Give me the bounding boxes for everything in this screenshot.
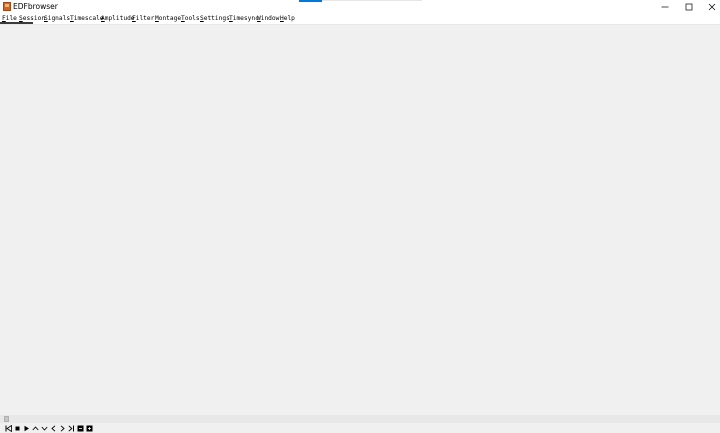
- skip-to-end-button[interactable]: [67, 424, 75, 432]
- skip-to-end-icon: [67, 424, 74, 432]
- window-title: EDFbrowser: [13, 2, 58, 11]
- menu-label: elp: [283, 15, 295, 22]
- close-icon: [708, 3, 716, 11]
- chevron-right-icon: [60, 424, 65, 432]
- play-icon: [24, 425, 29, 431]
- menu-amplitude[interactable]: Amplitude: [101, 15, 135, 23]
- maximize-icon: [685, 3, 693, 11]
- signal-display-area[interactable]: [0, 25, 720, 415]
- menu-timesync[interactable]: Timesync: [229, 15, 259, 23]
- title-bar-highlight: [322, 0, 422, 1]
- zoom-in-button[interactable]: [85, 424, 93, 432]
- play-button[interactable]: [22, 424, 30, 432]
- menu-label: ettings: [203, 15, 230, 22]
- title-bar-accent: [299, 0, 322, 2]
- minimize-button[interactable]: [653, 0, 677, 14]
- zoom-out-icon: [77, 425, 83, 431]
- skip-to-start-button[interactable]: [4, 424, 12, 432]
- page-forward-button[interactable]: [58, 424, 66, 432]
- scroll-up-button[interactable]: [31, 424, 39, 432]
- menu-help[interactable]: Help: [280, 15, 295, 23]
- zoom-out-button[interactable]: [76, 424, 84, 432]
- navigation-toolbar: [0, 423, 720, 433]
- menu-bar: File Session Signals Timescale Amplitude…: [0, 14, 720, 25]
- menu-label: mplitude: [104, 15, 135, 22]
- menu-label: ignals: [47, 15, 71, 22]
- menu-montage[interactable]: Montage: [155, 15, 181, 23]
- menu-label: imescale: [73, 15, 104, 22]
- skip-to-start-icon: [5, 424, 12, 432]
- app-icon: [3, 2, 11, 11]
- edfbrowser-window: EDFbrowser File Session Signals Timescal…: [0, 0, 720, 433]
- menu-settings[interactable]: Settings: [200, 15, 230, 23]
- horizontal-scrollbar[interactable]: [0, 415, 720, 423]
- chevron-up-icon: [31, 425, 39, 430]
- close-button[interactable]: [700, 0, 720, 14]
- menu-tools[interactable]: Tools: [181, 15, 200, 23]
- menu-label: ile: [5, 15, 17, 22]
- title-bar[interactable]: EDFbrowser: [0, 0, 720, 15]
- menu-label: ools: [184, 15, 200, 22]
- menu-label: ilter: [135, 15, 155, 22]
- page-back-button[interactable]: [49, 424, 57, 432]
- menu-label: ontage: [158, 15, 182, 22]
- menu-window[interactable]: Window: [257, 15, 279, 23]
- stop-button[interactable]: [13, 424, 21, 432]
- scrollbar-thumb[interactable]: [4, 416, 9, 422]
- zoom-in-icon: [86, 425, 92, 431]
- minimize-icon: [661, 6, 669, 8]
- menu-timescale[interactable]: Timescale: [70, 15, 104, 23]
- menu-label: imesync: [232, 15, 259, 22]
- menu-focus-indicator: [0, 22, 33, 24]
- menu-label: indow: [260, 15, 280, 22]
- chevron-down-icon: [40, 426, 48, 431]
- menu-label: ession: [22, 15, 46, 22]
- stop-icon: [15, 426, 19, 430]
- scroll-down-button[interactable]: [40, 424, 48, 432]
- maximize-button[interactable]: [677, 0, 701, 14]
- menu-filter[interactable]: Filter: [132, 15, 154, 23]
- menu-signals[interactable]: Signals: [44, 15, 70, 23]
- chevron-left-icon: [50, 424, 55, 432]
